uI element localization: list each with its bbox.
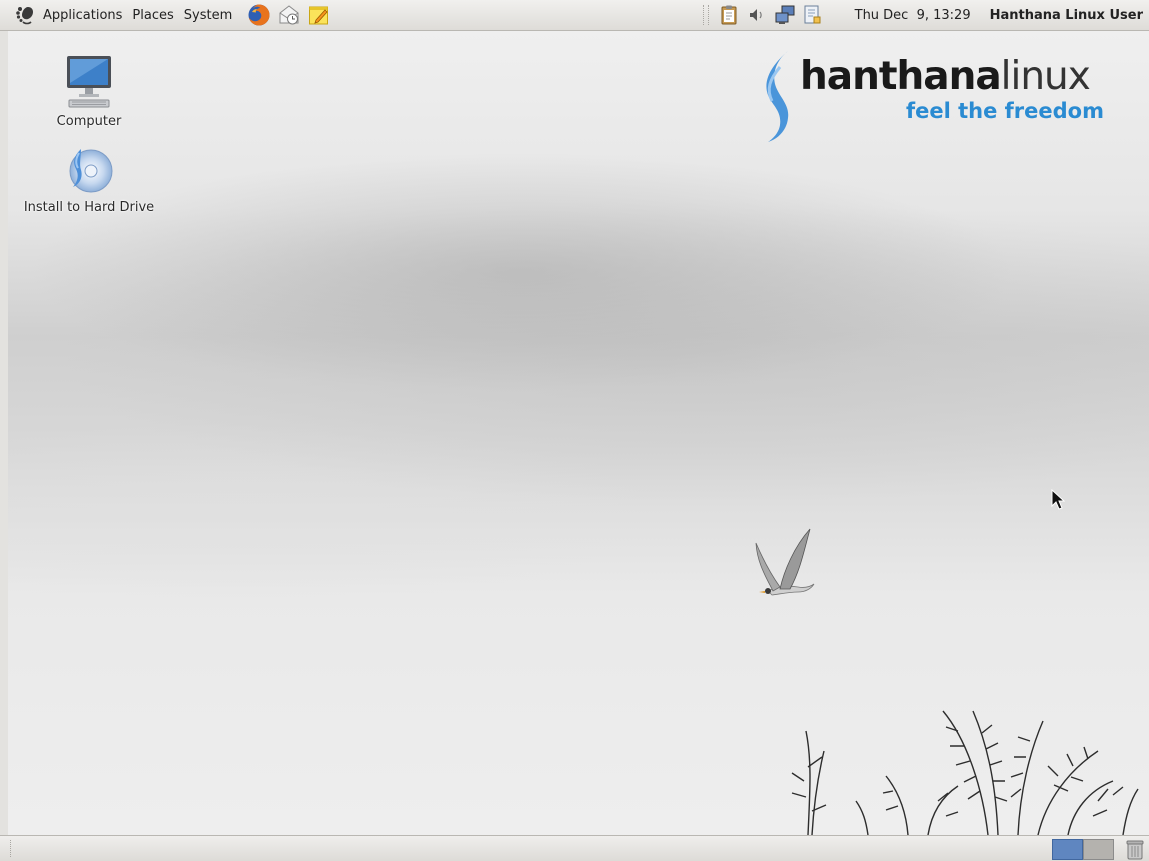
mouse-cursor-icon <box>1051 489 1065 510</box>
top-panel: Applications Places System Thu Dec 9, 13… <box>0 0 1149 31</box>
bottom-panel <box>0 835 1149 861</box>
desktop-icon-label: Install to Hard Drive <box>23 200 155 215</box>
notes-icon[interactable] <box>307 3 331 27</box>
user-menu[interactable]: Hanthana Linux User <box>990 8 1143 23</box>
firefox-icon[interactable] <box>247 3 271 27</box>
reeds-wallpaper-image <box>791 710 1139 835</box>
desktop-edge <box>0 31 8 835</box>
workspace-2[interactable] <box>1083 839 1114 860</box>
tray-grip[interactable] <box>702 5 709 25</box>
volume-icon[interactable] <box>746 4 768 26</box>
brand-wordmark: hanthanalinux <box>800 54 1091 99</box>
brand-name-light: linux <box>1000 54 1091 99</box>
clipboard-icon[interactable] <box>718 4 740 26</box>
menu-system[interactable]: System <box>179 0 237 31</box>
desktop-icon-label: Computer <box>56 114 122 129</box>
workspace-1[interactable] <box>1052 839 1083 860</box>
update-icon[interactable] <box>802 4 824 26</box>
brand-tagline: feel the freedom <box>906 99 1104 123</box>
hanthana-logo: hanthanalinux feel the freedom <box>750 49 1110 144</box>
desktop[interactable]: Computer Install to Hard Drive hanthanal… <box>8 31 1149 835</box>
mail-clock-icon[interactable] <box>277 3 301 27</box>
install-disc-icon <box>69 149 113 193</box>
trash-icon[interactable] <box>1124 838 1146 861</box>
desktop-icon-computer[interactable]: Computer <box>8 53 184 129</box>
bird-wallpaper-image <box>755 528 815 596</box>
menu-places[interactable]: Places <box>127 0 178 31</box>
computer-icon <box>67 56 111 108</box>
panel-grip[interactable] <box>10 840 14 857</box>
brand-name-bold: hanthana <box>800 54 1002 99</box>
hanthana-swirl-icon <box>766 51 789 142</box>
menu-applications[interactable]: Applications <box>38 0 127 31</box>
gnome-foot-icon[interactable] <box>14 4 36 26</box>
network-icon[interactable] <box>774 4 796 26</box>
clock[interactable]: Thu Dec 9, 13:29 <box>855 8 971 23</box>
desktop-icon-install[interactable]: Install to Hard Drive <box>8 145 184 215</box>
